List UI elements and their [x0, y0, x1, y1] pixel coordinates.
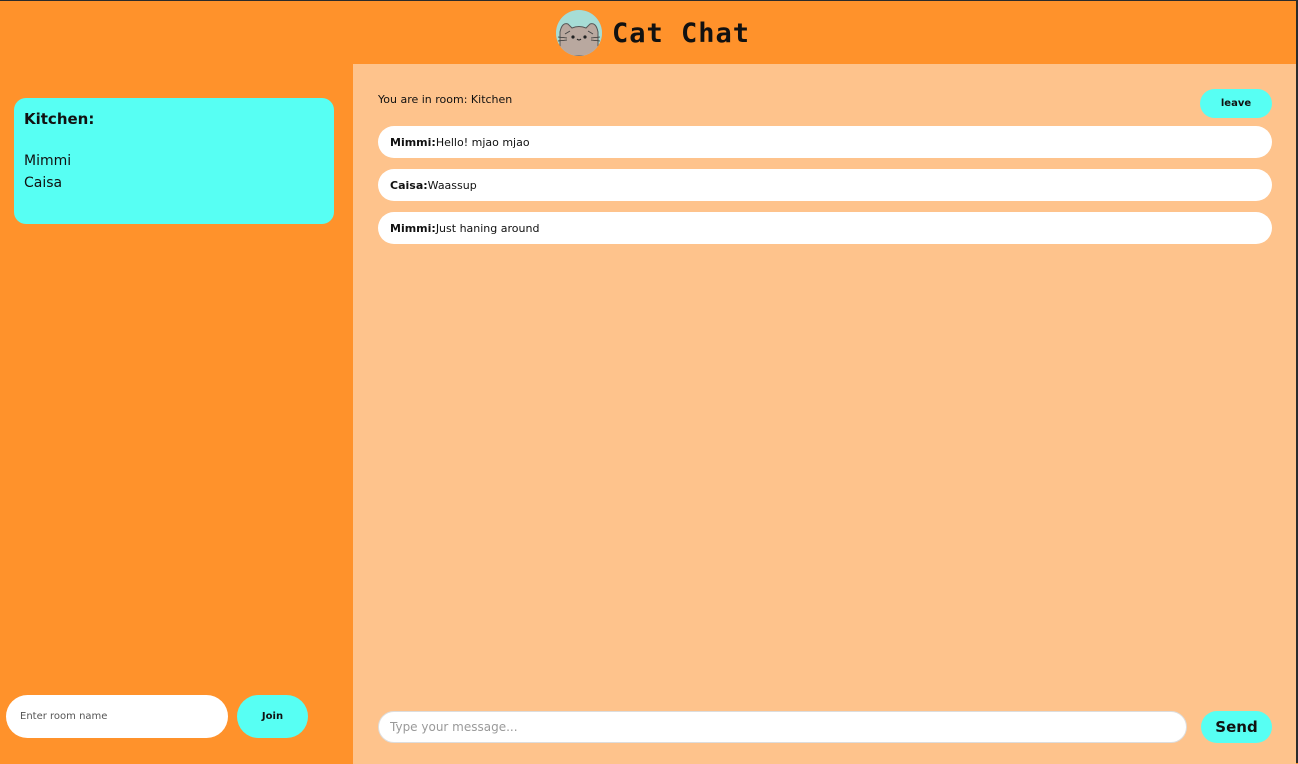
message-author: Mimmi: [390, 221, 436, 235]
brand: Cat Chat [556, 10, 750, 56]
message-text: Hello! mjao mjao [435, 135, 530, 149]
message-item: Caisa: Waassup [378, 169, 1272, 201]
leave-button[interactable]: leave [1200, 89, 1272, 118]
app-header: Cat Chat [0, 1, 1296, 64]
message-text: Waassup [427, 178, 477, 192]
room-card-title: Kitchen: [24, 110, 95, 128]
sidebar: Kitchen: Mimmi Caisa Join [0, 64, 353, 764]
message-text: Just haning around [435, 221, 540, 235]
pusheen-cat-icon [556, 10, 602, 56]
send-button[interactable]: Send [1201, 711, 1272, 743]
room-status: You are in room: Kitchen [378, 93, 513, 106]
message-author: Caisa: [390, 178, 428, 192]
room-name-input[interactable] [6, 695, 228, 738]
join-room-form: Join [6, 695, 308, 738]
message-item: Mimmi: Just haning around [378, 212, 1272, 244]
join-button[interactable]: Join [237, 695, 308, 738]
message-input[interactable] [378, 711, 1187, 743]
app-title: Cat Chat [612, 17, 751, 49]
room-card: Kitchen: Mimmi Caisa [14, 98, 334, 224]
cat-chat-app: Cat Chat Kitchen: Mimmi Caisa Join You a… [0, 0, 1298, 764]
chat-panel: You are in room: Kitchen leave Mimmi: He… [353, 64, 1296, 764]
message-item: Mimmi: Hello! mjao mjao [378, 126, 1272, 158]
room-member: Mimmi [24, 153, 72, 169]
compose-bar: Send [378, 711, 1272, 743]
message-list: Mimmi: Hello! mjao mjao Caisa: Waassup M… [378, 126, 1272, 255]
message-author: Mimmi: [390, 135, 436, 149]
room-member: Caisa [24, 175, 63, 191]
